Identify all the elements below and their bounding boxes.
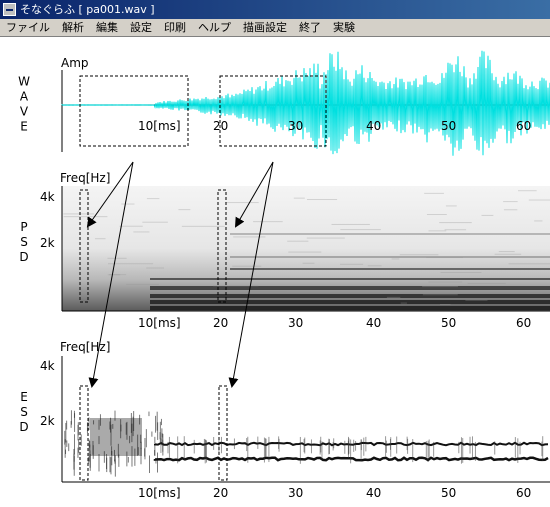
psd-side-label: PSD	[19, 220, 28, 264]
psd-xtick-60: 60	[516, 316, 531, 330]
psd-panel: PSD Freq[Hz] 4k 2k 10[ms] 20 30 40 50 60	[19, 171, 550, 330]
wave-xtick-10: 10[ms]	[138, 119, 181, 133]
psd-xtick-10: 10[ms]	[138, 316, 181, 330]
esd-side-label: ESD	[19, 390, 28, 434]
wave-side-label: WAVE	[18, 75, 30, 134]
psd-xtick-20: 20	[213, 316, 228, 330]
psd-spectrogram	[62, 186, 550, 311]
wave-xtick-50: 50	[441, 119, 456, 133]
psd-axis-label: Freq[Hz]	[60, 171, 110, 185]
esd-xtick-40: 40	[366, 486, 381, 500]
esd-xtick-20: 20	[213, 486, 228, 500]
menu-experiment[interactable]: 実験	[327, 19, 361, 36]
psd-xtick-30: 30	[288, 316, 303, 330]
menu-exit[interactable]: 終了	[293, 19, 327, 36]
wave-xtick-30: 30	[288, 119, 303, 133]
psd-ytick-2k: 2k	[40, 236, 55, 250]
wave-xtick-40: 40	[366, 119, 381, 133]
menu-print[interactable]: 印刷	[158, 19, 192, 36]
analysis-canvas[interactable]: WAVE Amp 10[ms] 20 30 40 50 60 PSD Freq[…	[0, 37, 550, 507]
esd-ytick-2k: 2k	[40, 414, 55, 428]
esd-xtick-30: 30	[288, 486, 303, 500]
esd-axis-label: Freq[Hz]	[60, 340, 110, 354]
psd-ytick-4k: 4k	[40, 190, 55, 204]
esd-ytick-4k: 4k	[40, 359, 55, 373]
esd-panel: ESD Freq[Hz] 4k 2k 10[ms] 20 30 40 50 60	[19, 340, 550, 500]
menu-settings[interactable]: 設定	[124, 19, 158, 36]
esd-xtick-60: 60	[516, 486, 531, 500]
esd-xtick-50: 50	[441, 486, 456, 500]
psd-xtick-40: 40	[366, 316, 381, 330]
app-icon[interactable]	[3, 3, 16, 16]
menu-help[interactable]: ヘルプ	[192, 19, 237, 36]
menu-analysis[interactable]: 解析	[56, 19, 90, 36]
wave-axis-label: Amp	[61, 56, 89, 70]
esd-xtick-10: 10[ms]	[138, 486, 181, 500]
menu-bar: ファイル 解析 編集 設定 印刷 ヘルプ 描画設定 終了 実験	[0, 19, 550, 37]
psd-xtick-50: 50	[441, 316, 456, 330]
menu-file[interactable]: ファイル	[0, 19, 56, 36]
wave-xtick-20: 20	[213, 119, 228, 133]
menu-draw-settings[interactable]: 描画設定	[237, 19, 293, 36]
selection-box-1[interactable]	[79, 75, 189, 147]
window-title: そなぐらふ [ pa001.wav ]	[20, 3, 155, 16]
waveform	[61, 50, 550, 156]
menu-edit[interactable]: 編集	[90, 19, 124, 36]
wave-xtick-60: 60	[516, 119, 531, 133]
wave-panel: WAVE Amp 10[ms] 20 30 40 50 60	[18, 50, 550, 156]
title-bar: そなぐらふ [ pa001.wav ]	[0, 0, 550, 19]
